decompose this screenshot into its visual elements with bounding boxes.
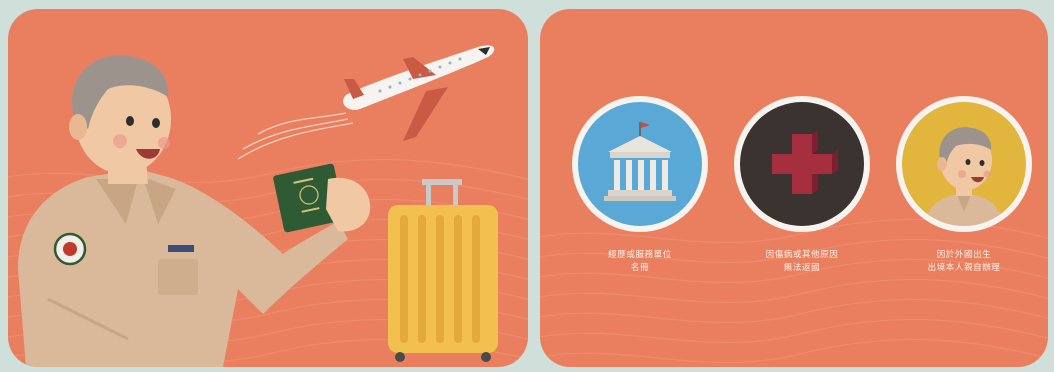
caption-portrait: 因於外國出生 出境本人親自辦理	[889, 249, 1039, 275]
caption-medical-line2: 無法返國	[783, 263, 821, 273]
option-item-medical	[732, 94, 872, 234]
caption-building: 經歷或服務單位 名冊	[565, 249, 715, 275]
left-illustration-panel	[8, 9, 528, 367]
government-building-icon	[572, 96, 708, 232]
caption-portrait-line1: 因於外國出生	[936, 250, 992, 260]
option-item-portrait	[894, 94, 1034, 234]
caption-building-line2: 名冊	[630, 263, 650, 273]
officer-portrait-icon	[896, 96, 1032, 232]
red-cross-icon	[734, 96, 870, 232]
suitcase-icon	[388, 179, 498, 362]
right-illustration-panel: 經歷或服務單位 名冊 因傷病或其他原因 無法返國 因於外國出生 出境本人親自辦理	[540, 9, 1048, 367]
name-tag	[168, 245, 194, 252]
caption-portrait-line2: 出境本人親自辦理	[927, 263, 1001, 273]
caption-medical: 因傷病或其他原因 無法返國	[727, 249, 877, 275]
caption-building-line1: 經歷或服務單位	[608, 250, 672, 260]
option-item-building	[570, 94, 710, 234]
caption-medical-line1: 因傷病或其他原因	[765, 250, 839, 260]
officer-figure	[18, 55, 498, 367]
